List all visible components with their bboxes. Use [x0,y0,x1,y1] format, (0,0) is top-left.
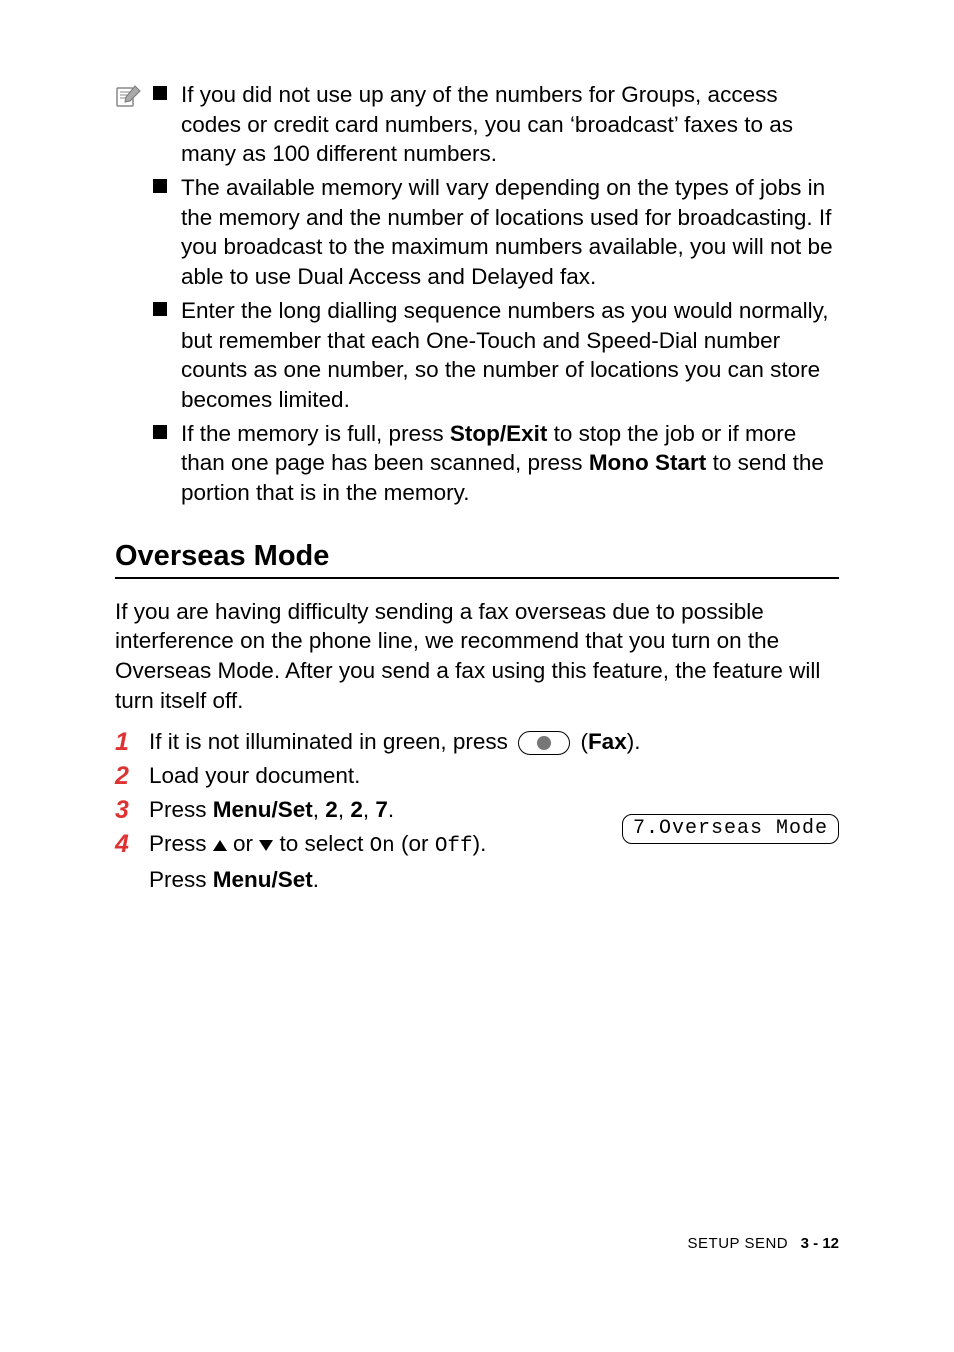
fax-label: Fax [588,729,627,754]
up-arrow-icon [213,840,227,851]
text-fragment: . [313,867,319,892]
note-bullet-list: If you did not use up any of the numbers… [153,80,839,512]
text-fragment: ). [473,831,487,856]
square-bullet-icon [153,302,167,316]
footer-page-number: 3 - 12 [801,1235,839,1252]
text-fragment: Press [149,797,213,822]
key-label: 2 [350,797,363,822]
bullet-text: Enter the long dialling sequence numbers… [181,296,839,415]
text-fragment: ( [574,729,588,754]
menu-set-label: Menu/Set [213,797,313,822]
steps-list: 1 If it is not illuminated in green, pre… [115,727,839,894]
bullet-item: If you did not use up any of the numbers… [153,80,839,169]
step-item: 1 If it is not illuminated in green, pre… [115,727,839,757]
step-text: Load your document. [149,761,839,791]
bullet-item: Enter the long dialling sequence numbers… [153,296,839,415]
bullet-item: The available memory will vary depending… [153,173,839,292]
fax-button-icon [518,731,570,755]
lcd-display: 7.Overseas Mode [622,814,839,844]
intro-paragraph: If you are having difficulty sending a f… [115,597,839,716]
step-substep: Press Menu/Set. [149,865,839,895]
square-bullet-icon [153,425,167,439]
menu-set-label: Menu/Set [213,867,313,892]
text-fragment: If it is not illuminated in green, press [149,729,514,754]
square-bullet-icon [153,179,167,193]
text-fragment: or [227,831,260,856]
text-fragment: Press [149,867,213,892]
step-text: If it is not illuminated in green, press… [149,727,839,757]
step-number: 3 [115,795,135,825]
page-footer: SETUP SEND 3 - 12 [688,1235,839,1252]
note-block: If you did not use up any of the numbers… [115,80,839,512]
text-fragment: If the memory is full, press [181,421,450,446]
step-item: 2 Load your document. [115,761,839,791]
stop-exit-label: Stop/Exit [450,421,548,446]
bullet-item: If the memory is full, press Stop/Exit t… [153,419,839,508]
step-number: 4 [115,829,135,859]
text-fragment: . [388,797,394,822]
step-number: 2 [115,761,135,791]
down-arrow-icon [259,840,273,851]
note-pencil-icon [115,82,143,115]
square-bullet-icon [153,86,167,100]
key-label: 2 [325,797,338,822]
text-fragment: , [363,797,376,822]
bullet-text: The available memory will vary depending… [181,173,839,292]
section-heading: Overseas Mode [115,540,839,573]
lcd-value: On [370,835,395,858]
bullet-text: If the memory is full, press Stop/Exit t… [181,419,839,508]
text-fragment: , [338,797,351,822]
mono-start-label: Mono Start [589,450,707,475]
step-number: 1 [115,727,135,757]
text-fragment: to select [273,831,369,856]
heading-rule [115,577,839,579]
text-fragment: Press [149,831,213,856]
text-fragment: , [313,797,326,822]
key-label: 7 [375,797,388,822]
text-fragment: ). [627,729,641,754]
text-fragment: (or [395,831,435,856]
bullet-text: If you did not use up any of the numbers… [181,80,839,169]
footer-section-label: SETUP SEND [688,1235,789,1252]
lcd-value: Off [435,835,473,858]
